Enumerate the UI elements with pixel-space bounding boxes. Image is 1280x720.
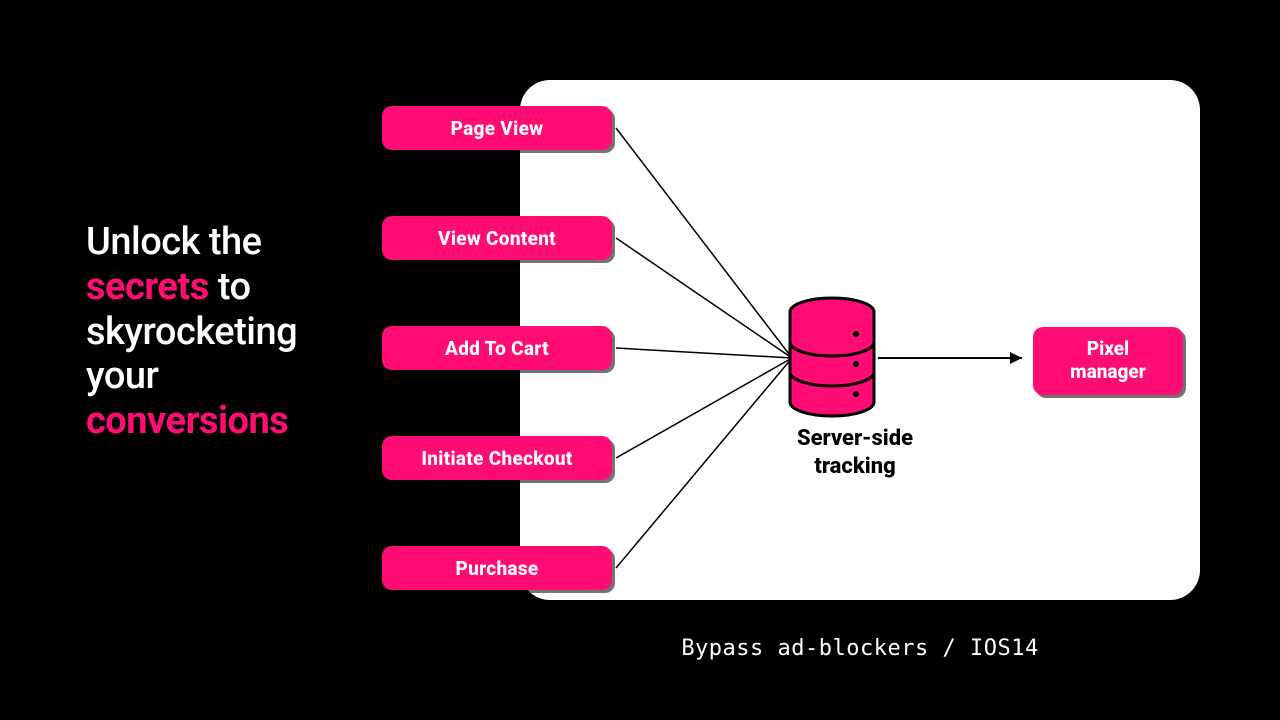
dest-label-line1: Pixel <box>1087 337 1129 360</box>
pixel-manager-box: Pixel manager <box>1033 327 1183 395</box>
caption: Bypass ad-blockers / IOS14 <box>520 636 1200 661</box>
event-label: Purchase <box>455 557 538 580</box>
dest-label-line2: manager <box>1070 360 1146 383</box>
event-label: Add To Cart <box>445 337 549 360</box>
event-label: Page View <box>451 117 544 140</box>
headline-accent-1: secrets <box>86 265 209 309</box>
event-pill-purchase: Purchase <box>382 546 612 590</box>
event-pill-page-view: Page View <box>382 106 612 150</box>
server-label-line1: Server-side <box>797 426 913 451</box>
event-pill-view-content: View Content <box>382 216 612 260</box>
event-label: Initiate Checkout <box>421 447 572 470</box>
headline: Unlock the secrets to skyrocketing your … <box>86 220 346 444</box>
headline-accent-2: conversions <box>86 399 288 443</box>
event-pill-add-to-cart: Add To Cart <box>382 326 612 370</box>
headline-text-1: Unlock the <box>86 220 261 264</box>
server-label-line2: tracking <box>814 454 895 479</box>
event-pill-initiate-checkout: Initiate Checkout <box>382 436 612 480</box>
events-column: Page View View Content Add To Cart Initi… <box>382 106 612 590</box>
event-label: View Content <box>438 227 556 250</box>
server-label: Server-side tracking <box>760 425 950 480</box>
